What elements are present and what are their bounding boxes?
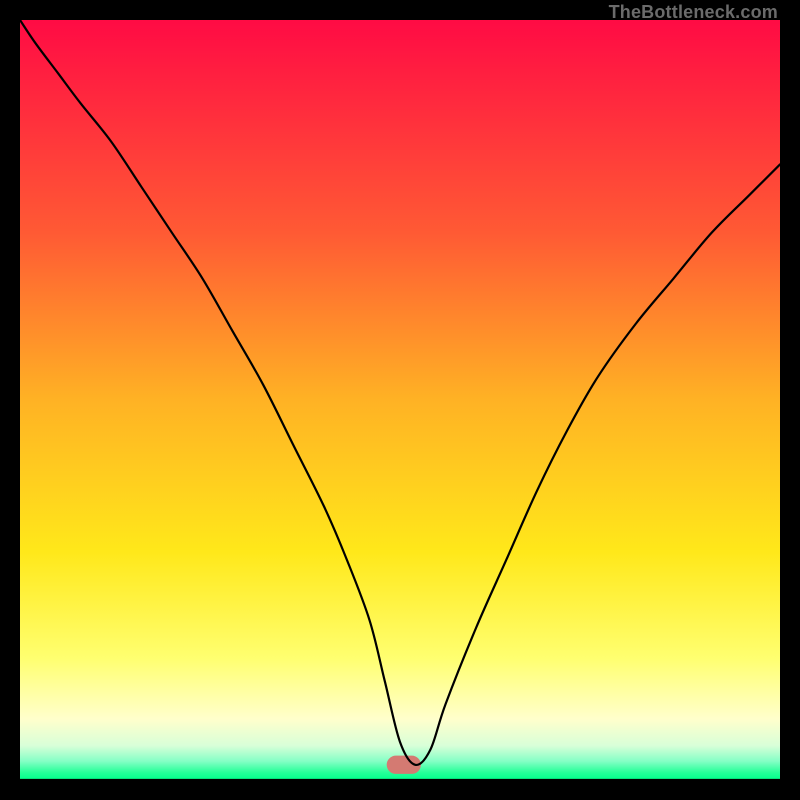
chart-background	[20, 20, 780, 780]
plot-area	[20, 20, 780, 780]
chart-frame: TheBottleneck.com	[0, 0, 800, 800]
bottleneck-chart	[20, 20, 780, 780]
watermark-text: TheBottleneck.com	[609, 2, 778, 23]
